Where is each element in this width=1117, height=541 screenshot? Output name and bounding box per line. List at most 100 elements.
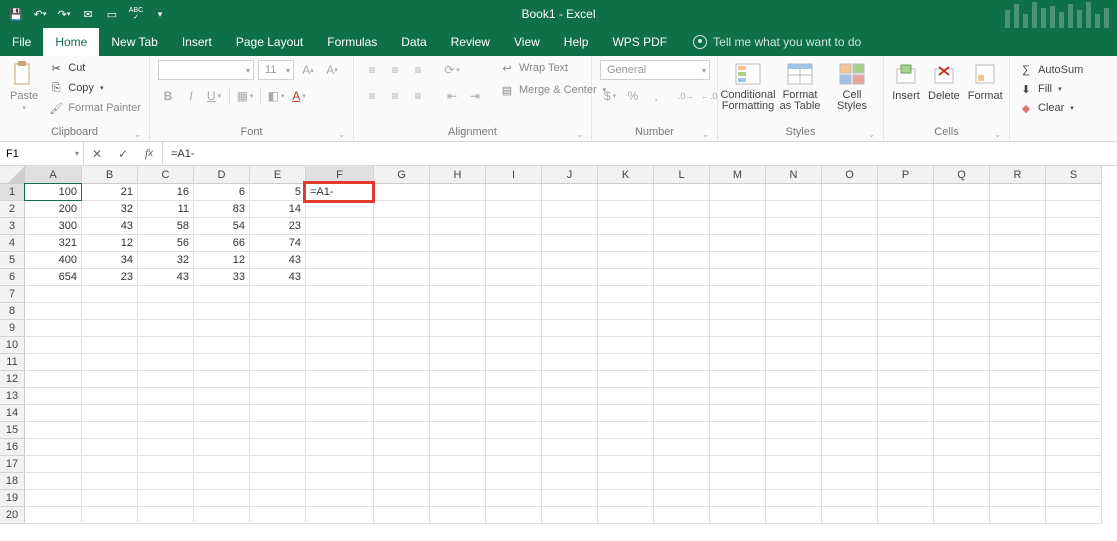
cell-B3[interactable]: 43 bbox=[82, 218, 138, 235]
cell-J15[interactable] bbox=[542, 422, 598, 439]
row-header-14[interactable]: 14 bbox=[0, 405, 25, 422]
cell-S16[interactable] bbox=[1046, 439, 1102, 456]
cell-P7[interactable] bbox=[878, 286, 934, 303]
cell-C20[interactable] bbox=[138, 507, 194, 524]
cell-R6[interactable] bbox=[990, 269, 1046, 286]
cell-C12[interactable] bbox=[138, 371, 194, 388]
cell-S13[interactable] bbox=[1046, 388, 1102, 405]
tab-page-layout[interactable]: Page Layout bbox=[224, 28, 315, 56]
percent-format-icon[interactable]: % bbox=[623, 86, 643, 106]
cell-E2[interactable]: 14 bbox=[250, 201, 306, 218]
cell-F11[interactable] bbox=[306, 354, 374, 371]
cell-A14[interactable] bbox=[25, 405, 82, 422]
cell-R14[interactable] bbox=[990, 405, 1046, 422]
col-header-J[interactable]: J bbox=[542, 166, 598, 184]
cell-P16[interactable] bbox=[878, 439, 934, 456]
cell-B4[interactable]: 12 bbox=[82, 235, 138, 252]
row-header-12[interactable]: 12 bbox=[0, 371, 25, 388]
cell-S5[interactable] bbox=[1046, 252, 1102, 269]
cell-K1[interactable] bbox=[598, 184, 654, 201]
cell-L8[interactable] bbox=[654, 303, 710, 320]
cell-Q20[interactable] bbox=[934, 507, 990, 524]
cell-J9[interactable] bbox=[542, 320, 598, 337]
cell-R9[interactable] bbox=[990, 320, 1046, 337]
row-header-7[interactable]: 7 bbox=[0, 286, 25, 303]
col-header-E[interactable]: E bbox=[250, 166, 306, 184]
cell-R8[interactable] bbox=[990, 303, 1046, 320]
cell-E4[interactable]: 74 bbox=[250, 235, 306, 252]
tab-view[interactable]: View bbox=[502, 28, 552, 56]
cell-C17[interactable] bbox=[138, 456, 194, 473]
cell-K9[interactable] bbox=[598, 320, 654, 337]
align-top-icon[interactable]: ≡ bbox=[362, 60, 382, 80]
cell-P12[interactable] bbox=[878, 371, 934, 388]
col-header-P[interactable]: P bbox=[878, 166, 934, 184]
cell-D11[interactable] bbox=[194, 354, 250, 371]
col-header-M[interactable]: M bbox=[710, 166, 766, 184]
cell-P15[interactable] bbox=[878, 422, 934, 439]
fill-color-button[interactable]: ◧ bbox=[266, 86, 286, 106]
cell-K2[interactable] bbox=[598, 201, 654, 218]
cell-G1[interactable] bbox=[374, 184, 430, 201]
align-center-icon[interactable]: ≡ bbox=[385, 86, 405, 106]
col-header-A[interactable]: A bbox=[25, 166, 82, 184]
name-box[interactable]: F1 bbox=[0, 142, 84, 165]
cell-M7[interactable] bbox=[710, 286, 766, 303]
cell-G8[interactable] bbox=[374, 303, 430, 320]
cell-O6[interactable] bbox=[822, 269, 878, 286]
cell-J18[interactable] bbox=[542, 473, 598, 490]
cell-R15[interactable] bbox=[990, 422, 1046, 439]
cell-O13[interactable] bbox=[822, 388, 878, 405]
cell-L17[interactable] bbox=[654, 456, 710, 473]
cell-M13[interactable] bbox=[710, 388, 766, 405]
cell-B15[interactable] bbox=[82, 422, 138, 439]
cell-M9[interactable] bbox=[710, 320, 766, 337]
cell-D19[interactable] bbox=[194, 490, 250, 507]
cell-C14[interactable] bbox=[138, 405, 194, 422]
font-color-button[interactable]: A bbox=[289, 86, 309, 106]
cell-D6[interactable]: 33 bbox=[194, 269, 250, 286]
cell-L4[interactable] bbox=[654, 235, 710, 252]
cell-N6[interactable] bbox=[766, 269, 822, 286]
cell-S15[interactable] bbox=[1046, 422, 1102, 439]
row-header-10[interactable]: 10 bbox=[0, 337, 25, 354]
cell-D8[interactable] bbox=[194, 303, 250, 320]
cell-N1[interactable] bbox=[766, 184, 822, 201]
cell-N10[interactable] bbox=[766, 337, 822, 354]
cell-F13[interactable] bbox=[306, 388, 374, 405]
cell-D2[interactable]: 83 bbox=[194, 201, 250, 218]
cell-B12[interactable] bbox=[82, 371, 138, 388]
spellcheck-icon[interactable]: ABC✓ bbox=[126, 4, 146, 24]
cell-S9[interactable] bbox=[1046, 320, 1102, 337]
cell-N15[interactable] bbox=[766, 422, 822, 439]
cell-E18[interactable] bbox=[250, 473, 306, 490]
cell-F15[interactable] bbox=[306, 422, 374, 439]
cell-F10[interactable] bbox=[306, 337, 374, 354]
tab-file[interactable]: File bbox=[0, 28, 43, 56]
qat-customize-icon[interactable]: ▾ bbox=[150, 4, 170, 24]
col-header-C[interactable]: C bbox=[138, 166, 194, 184]
cell-I1[interactable] bbox=[486, 184, 542, 201]
cell-A1[interactable]: 100 bbox=[25, 184, 82, 201]
cell-B2[interactable]: 32 bbox=[82, 201, 138, 218]
clear-button[interactable]: ◆Clear▾ bbox=[1018, 100, 1109, 116]
cell-S11[interactable] bbox=[1046, 354, 1102, 371]
row-header-15[interactable]: 15 bbox=[0, 422, 25, 439]
merge-center-button[interactable]: ▤Merge & Center▾ bbox=[499, 82, 606, 98]
cell-S17[interactable] bbox=[1046, 456, 1102, 473]
cell-M3[interactable] bbox=[710, 218, 766, 235]
cell-H12[interactable] bbox=[430, 371, 486, 388]
cell-I19[interactable] bbox=[486, 490, 542, 507]
cell-S8[interactable] bbox=[1046, 303, 1102, 320]
cell-L5[interactable] bbox=[654, 252, 710, 269]
cell-R16[interactable] bbox=[990, 439, 1046, 456]
cell-D16[interactable] bbox=[194, 439, 250, 456]
cell-B9[interactable] bbox=[82, 320, 138, 337]
cell-G10[interactable] bbox=[374, 337, 430, 354]
col-header-H[interactable]: H bbox=[430, 166, 486, 184]
cell-H9[interactable] bbox=[430, 320, 486, 337]
cell-G16[interactable] bbox=[374, 439, 430, 456]
cell-F9[interactable] bbox=[306, 320, 374, 337]
cell-I7[interactable] bbox=[486, 286, 542, 303]
cell-S6[interactable] bbox=[1046, 269, 1102, 286]
